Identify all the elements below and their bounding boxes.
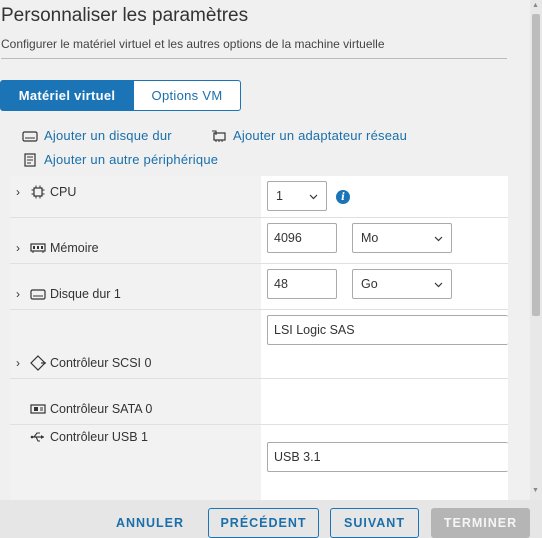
chevron-down-icon: [434, 231, 443, 245]
usb-label: Contrôleur USB 1: [50, 430, 148, 444]
previous-button[interactable]: PRÉCÉDENT: [208, 508, 319, 538]
hardware-panel: Ajouter un disque dur Ajouter un adaptat…: [10, 112, 508, 500]
chevron-right-icon: ›: [16, 356, 20, 370]
footer-bar: ANNULER PRÉCÉDENT SUIVANT TERMINER: [0, 500, 542, 538]
scsi-controller-icon: [30, 355, 46, 371]
usb-row: Contrôleur USB 1: [16, 430, 148, 444]
add-device-button[interactable]: Ajouter un autre périphérique: [22, 152, 218, 167]
memory-row-toggle[interactable]: › Mémoire: [16, 241, 99, 255]
memory-label: Mémoire: [50, 241, 99, 255]
finish-button[interactable]: TERMINER: [431, 508, 530, 538]
chevron-right-icon: ›: [16, 241, 20, 255]
cpu-count-select[interactable]: 1: [267, 181, 327, 211]
memory-unit-value: Mo: [361, 231, 379, 245]
scroll-up-icon[interactable]: ▲: [532, 2, 539, 9]
row-divider: [10, 424, 508, 425]
sata-row: Contrôleur SATA 0: [16, 402, 152, 416]
device-icon: [22, 152, 38, 167]
chevron-right-icon: ›: [16, 287, 20, 301]
page-subtitle: Configurer le matériel virtuel et les au…: [1, 37, 385, 51]
row-divider: [10, 217, 508, 218]
disk-icon: [22, 129, 38, 143]
add-device-label: Ajouter un autre périphérique: [44, 152, 219, 167]
disk-label: Disque dur 1: [50, 287, 121, 301]
cpu-icon: [30, 185, 46, 199]
hard-disk-icon: [30, 287, 46, 301]
scsi-label: Contrôleur SCSI 0: [50, 356, 152, 370]
next-button[interactable]: SUIVANT: [330, 508, 419, 538]
page-title: Personnaliser les paramètres: [1, 5, 249, 26]
sata-controller-icon: [30, 402, 46, 416]
scrollbar[interactable]: ▲ ▼: [530, 0, 542, 500]
cpu-count-value: 1: [276, 189, 283, 203]
row-divider: [10, 263, 508, 264]
scsi-controller-type[interactable]: LSI Logic SAS: [267, 315, 508, 345]
scrollbar-thumb[interactable]: [532, 14, 540, 316]
add-disk-button[interactable]: Ajouter un disque dur: [22, 128, 172, 143]
header-divider: [1, 58, 507, 59]
memory-unit-select[interactable]: Mo: [352, 223, 452, 253]
memory-size-input[interactable]: 4096: [267, 223, 337, 253]
tab-vm-options[interactable]: Options VM: [133, 80, 241, 111]
memory-icon: [30, 241, 46, 255]
chevron-down-icon: [434, 277, 443, 291]
chevron-right-icon: ›: [16, 185, 20, 199]
info-icon[interactable]: i: [336, 190, 350, 204]
disk-row-toggle[interactable]: › Disque dur 1: [16, 287, 121, 301]
network-adapter-icon: [211, 129, 227, 143]
scsi-row-toggle[interactable]: › Contrôleur SCSI 0: [16, 355, 152, 371]
usb-controller-type[interactable]: USB 3.1: [267, 442, 508, 472]
scroll-down-icon[interactable]: ▼: [532, 487, 539, 494]
disk-size-input[interactable]: 48: [267, 269, 337, 299]
cpu-label: CPU: [50, 185, 77, 199]
tab-virtual-hardware[interactable]: Matériel virtuel: [0, 80, 134, 111]
add-disk-label: Ajouter un disque dur: [44, 128, 172, 143]
cancel-button[interactable]: ANNULER: [108, 508, 192, 538]
row-divider: [10, 309, 508, 310]
labels-column: [10, 176, 261, 500]
usb-icon: [30, 430, 46, 444]
chevron-down-icon: [309, 189, 318, 203]
cpu-row-toggle[interactable]: › CPU: [16, 185, 76, 199]
sata-label: Contrôleur SATA 0: [50, 402, 153, 416]
add-network-button[interactable]: Ajouter un adaptateur réseau: [211, 128, 407, 143]
add-network-label: Ajouter un adaptateur réseau: [233, 128, 407, 143]
row-divider: [10, 378, 508, 379]
disk-unit-select[interactable]: Go: [352, 269, 452, 299]
disk-unit-value: Go: [361, 277, 378, 291]
